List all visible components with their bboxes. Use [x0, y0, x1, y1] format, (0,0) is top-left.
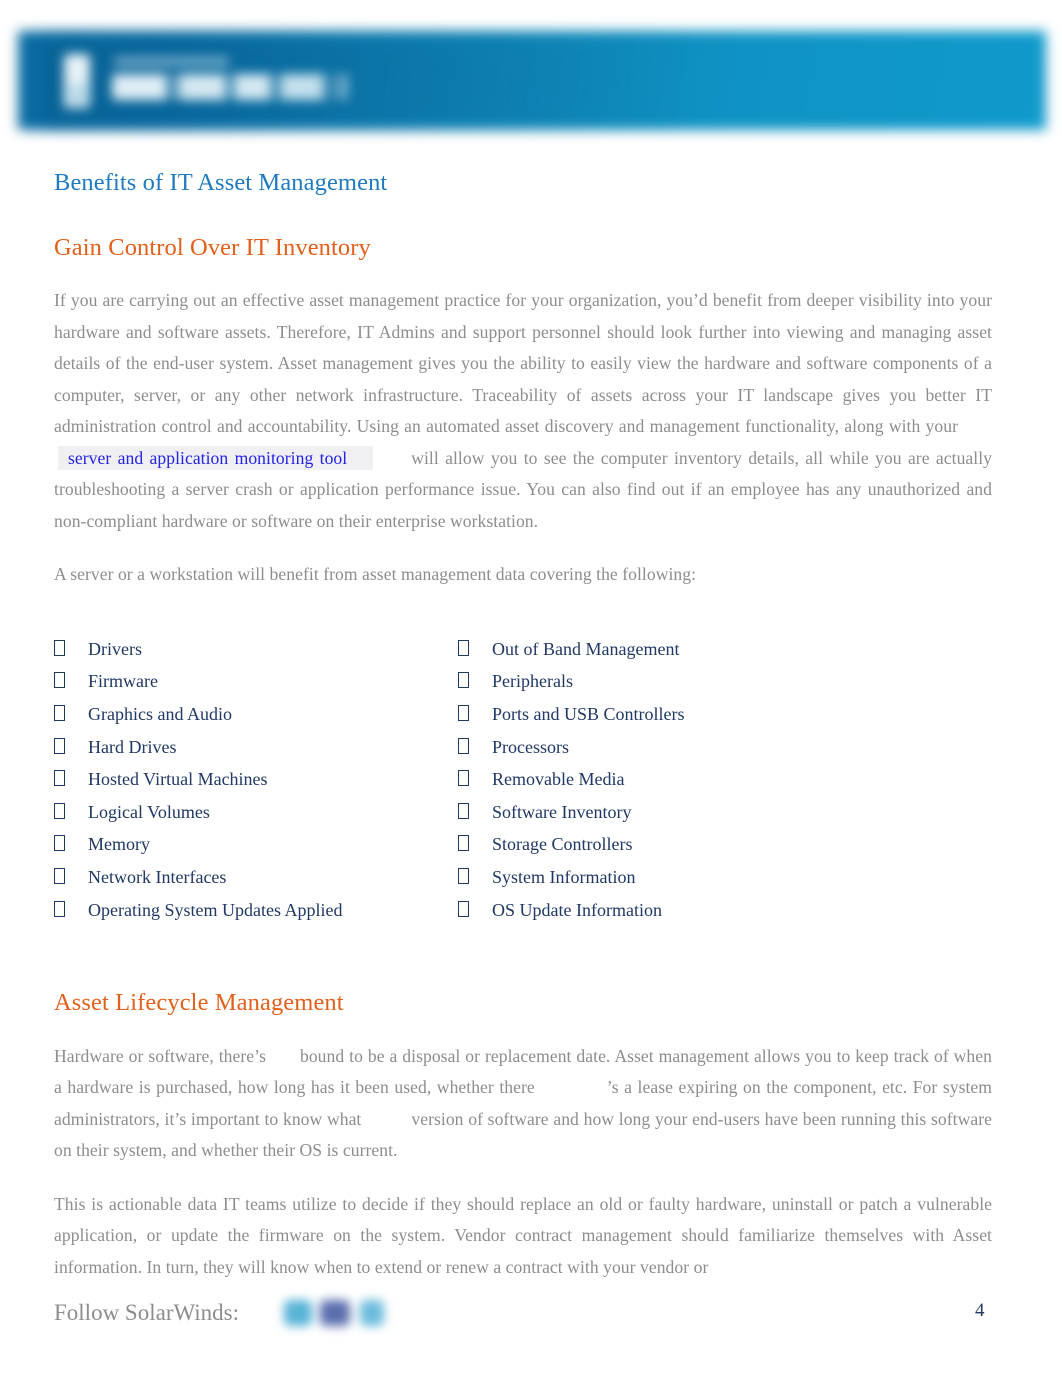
tofu-box-icon: [54, 737, 65, 754]
list-item-label: Processors: [492, 736, 569, 757]
list-item-label: Firmware: [88, 671, 158, 692]
logo-wordmark: [112, 74, 348, 100]
tofu-box-icon: [54, 867, 65, 884]
tofu-box-icon: [458, 835, 469, 852]
tofu-box-icon: [54, 900, 65, 917]
tofu-box-icon: [458, 900, 469, 917]
tofu-box-icon: [54, 639, 65, 656]
bullet-list-right: Out of Band Management Peripherals Ports…: [458, 633, 862, 926]
twitter-icon[interactable]: [284, 1300, 312, 1326]
paragraph-inventory-visibility: If you are carrying out an effective ass…: [54, 285, 992, 537]
paragraph-actionable-data: This is actionable data IT teams utilize…: [54, 1193, 992, 1277]
linkedin-icon[interactable]: [360, 1300, 384, 1326]
list-item-label: Software Inventory: [492, 801, 632, 822]
paragraph-benefit-intro: A server or a workstation will benefit f…: [54, 564, 697, 585]
list-item-label: Hard Drives: [88, 736, 177, 757]
tofu-box-icon: [54, 835, 65, 852]
tofu-box-icon: [54, 704, 65, 721]
list-item-label: Ports and USB Controllers: [492, 703, 685, 724]
list-item: Ports and USB Controllers: [458, 698, 862, 731]
lifecycle-text-a: Hardware or software, there’s: [54, 1045, 266, 1066]
list-item: Storage Controllers: [458, 828, 862, 861]
tofu-box-icon: [458, 867, 469, 884]
list-item-label: Out of Band Management: [492, 638, 680, 659]
subsection-title-asset-lifecycle: Asset Lifecycle Management: [54, 989, 344, 1017]
list-item: OS Update Information: [458, 894, 862, 927]
bullet-list-right-column: Out of Band Management Peripherals Ports…: [458, 633, 862, 926]
tofu-box-icon: [458, 770, 469, 787]
tofu-box-icon: [54, 802, 65, 819]
asset-data-lists: Drivers Firmware Graphics and Audio Hard…: [54, 633, 992, 926]
tofu-box-icon: [458, 672, 469, 689]
list-item: Logical Volumes: [54, 796, 458, 829]
list-item-label: Network Interfaces: [88, 866, 227, 887]
page-number: 4: [975, 1300, 985, 1321]
list-item: Processors: [458, 731, 862, 764]
list-item-label: Logical Volumes: [88, 801, 210, 822]
list-item: Graphics and Audio: [54, 698, 458, 731]
subsection-title-gain-control: Gain Control Over IT Inventory: [54, 233, 371, 261]
paragraph-text-part-a: If you are carrying out an effective ass…: [54, 290, 992, 437]
tofu-box-icon: [54, 770, 65, 787]
page-footer: Follow SolarWinds:: [54, 1296, 992, 1356]
list-item: Hosted Virtual Machines: [54, 763, 458, 796]
list-item-label: Hosted Virtual Machines: [88, 769, 268, 790]
list-item: Software Inventory: [458, 796, 862, 829]
tofu-box-icon: [458, 737, 469, 754]
logo-tagline: [114, 57, 229, 66]
bullet-list-left-column: Drivers Firmware Graphics and Audio Hard…: [54, 633, 458, 926]
list-item-label: Peripherals: [492, 671, 573, 692]
monitoring-tool-link[interactable]: server and application monitoring tool: [58, 445, 374, 470]
list-item-label: Storage Controllers: [492, 834, 633, 855]
list-item-label: Drivers: [88, 638, 142, 659]
list-item: Out of Band Management: [458, 633, 862, 666]
tofu-box-icon: [458, 704, 469, 721]
paragraph-lifecycle-overview: Hardware or software, there’s bound to be…: [54, 1041, 992, 1167]
list-item-label: System Information: [492, 866, 636, 887]
list-item: Hard Drives: [54, 731, 458, 764]
list-item-label: Memory: [88, 834, 150, 855]
list-item: Network Interfaces: [54, 861, 458, 894]
bullet-list-left: Drivers Firmware Graphics and Audio Hard…: [54, 633, 458, 926]
list-item-label: Operating System Updates Applied: [88, 899, 343, 920]
list-item: Peripherals: [458, 665, 862, 698]
follow-label: Follow SolarWinds:: [54, 1300, 239, 1325]
solarwinds-logo: [62, 52, 352, 114]
list-item-label: Graphics and Audio: [88, 703, 232, 724]
page-header-banner: [0, 0, 1062, 150]
tofu-box-icon: [458, 639, 469, 656]
list-item: Memory: [54, 828, 458, 861]
list-item: Operating System Updates Applied: [54, 894, 458, 927]
list-item: Removable Media: [458, 763, 862, 796]
list-item: Firmware: [54, 665, 458, 698]
tofu-box-icon: [458, 802, 469, 819]
tofu-box-icon: [54, 672, 65, 689]
list-item: System Information: [458, 861, 862, 894]
document-body: Benefits of IT Asset Management Gain Con…: [54, 168, 992, 1283]
page-title: Benefits of IT Asset Management: [54, 169, 388, 196]
logo-mark-icon: [64, 54, 90, 108]
list-item-label: Removable Media: [492, 769, 625, 790]
social-icons-group[interactable]: [280, 1288, 398, 1340]
list-item: Drivers: [54, 633, 458, 666]
facebook-icon[interactable]: [320, 1300, 350, 1326]
list-item-label: OS Update Information: [492, 899, 662, 920]
document-page: Benefits of IT Asset Management Gain Con…: [0, 0, 1062, 1377]
